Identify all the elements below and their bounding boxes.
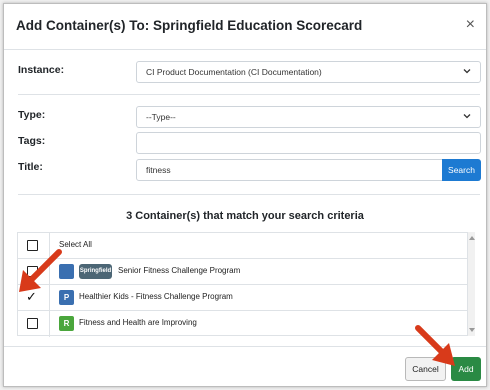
row-checkbox[interactable] xyxy=(27,318,38,329)
title-label: Title: xyxy=(18,161,43,173)
close-icon[interactable]: × xyxy=(466,16,475,34)
tags-label: Tags: xyxy=(18,135,46,147)
chevron-down-icon xyxy=(463,69,471,74)
results-table: Select All Springfield Senior Fitness Ch… xyxy=(17,232,475,337)
springfield-logo: Springfield xyxy=(79,264,112,279)
type-label: Type: xyxy=(18,109,46,121)
select-all-row: Select All xyxy=(18,233,474,259)
table-row: ✓ P Healthier Kids - Fitness Challenge P… xyxy=(18,285,474,311)
container-title: Healthier Kids - Fitness Challenge Progr… xyxy=(79,292,233,301)
divider xyxy=(18,194,480,195)
results-heading: 3 Container(s) that match your search cr… xyxy=(126,210,364,222)
red-arrow-icon xyxy=(415,325,455,366)
container-type-badge: R xyxy=(59,316,74,331)
instance-select[interactable]: CI Product Documentation (CI Documentati… xyxy=(136,61,481,83)
table-row: Springfield Senior Fitness Challenge Pro… xyxy=(18,259,474,285)
red-arrow-icon xyxy=(19,249,62,292)
scroll-down-icon[interactable] xyxy=(469,328,475,332)
type-select-value: --Type-- xyxy=(146,112,176,122)
title-search-input[interactable]: fitness xyxy=(136,159,443,181)
dialog-header: Add Container(s) To: Springfield Educati… xyxy=(4,4,486,50)
tags-input[interactable] xyxy=(136,132,481,154)
dialog-title: Add Container(s) To: Springfield Educati… xyxy=(16,18,363,33)
instance-select-value: CI Product Documentation (CI Documentati… xyxy=(146,67,322,77)
table-row: R Fitness and Health are Improving xyxy=(18,311,474,337)
instance-label: Instance: xyxy=(18,64,65,76)
container-title: Fitness and Health are Improving xyxy=(79,318,197,327)
divider xyxy=(18,94,480,95)
type-select[interactable]: --Type-- xyxy=(136,106,481,128)
chevron-down-icon xyxy=(463,114,471,119)
results-scrollbar[interactable] xyxy=(467,232,475,336)
scroll-up-icon[interactable] xyxy=(469,236,475,240)
search-button[interactable]: Search xyxy=(442,159,481,181)
container-title: Senior Fitness Challenge Program xyxy=(118,266,241,275)
